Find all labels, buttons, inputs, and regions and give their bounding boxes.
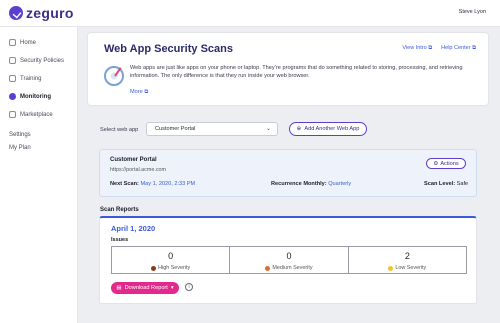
more-label: More <box>130 89 143 95</box>
logo-icon <box>9 6 23 20</box>
sidebar-item-label: Home <box>20 39 37 46</box>
sidebar-item-label: Marketplace <box>20 111 53 118</box>
logo[interactable]: zeguro <box>9 5 74 21</box>
top-bar: zeguro Steve Lyon <box>0 0 500 27</box>
web-app-select-value: Customer Portal <box>155 126 196 132</box>
severity-low: 2 Low Severity <box>349 247 466 273</box>
severity-label: Medium Severity <box>272 265 313 271</box>
severity-label-wrap: Low Severity <box>349 265 466 271</box>
intro-card: Web App Security Scans View Intro ⧉ Help… <box>88 33 488 105</box>
monitoring-icon <box>9 93 16 100</box>
severity-label-wrap: High Severity <box>112 265 229 271</box>
info-icon[interactable]: i <box>185 283 193 291</box>
help-links: View Intro ⧉ Help Center ⧉ <box>402 45 476 52</box>
severity-label: High Severity <box>158 265 191 271</box>
intro-description: Web apps are just like apps on your phon… <box>130 65 463 80</box>
sidebar-item-label: Training <box>20 75 42 82</box>
help-center-link[interactable]: Help Center ⧉ <box>441 45 476 52</box>
help-center-label: Help Center <box>441 45 471 51</box>
page-title: Web App Security Scans <box>104 43 233 55</box>
sidebar-item-label: Security Policies <box>20 57 65 64</box>
sidebar-item-my-plan[interactable]: My Plan <box>9 145 31 151</box>
document-icon: ▤ <box>116 285 122 291</box>
external-link-icon: ⧉ <box>428 45 433 51</box>
plus-icon: ⊕ <box>296 126 302 132</box>
sidebar-item-settings[interactable]: Settings <box>9 132 31 138</box>
severity-label-wrap: Medium Severity <box>230 265 347 271</box>
next-scan: Next Scan: May 1, 2020, 2:33 PM <box>110 181 195 187</box>
chevron-down-icon: ⌄ <box>265 126 271 132</box>
training-icon <box>9 75 16 82</box>
select-web-app-label: Select web app <box>100 127 139 133</box>
recurrence-value: Quarterly <box>328 181 352 187</box>
recurrence-label: Recurrence Monthly: <box>271 181 327 187</box>
scan-reports-heading: Scan Reports <box>100 207 139 213</box>
scan-report-card: April 1, 2020 Issues 0 High Severity 0 M… <box>99 216 477 304</box>
sidebar-item-marketplace[interactable]: Marketplace <box>9 111 53 118</box>
actions-label: Actions <box>440 160 459 167</box>
web-app-name: Customer Portal <box>110 157 157 163</box>
severity-summary: 0 High Severity 0 Medium Severity 2 Low … <box>111 246 467 274</box>
marketplace-icon <box>9 111 16 118</box>
view-intro-label: View Intro <box>402 45 427 51</box>
chevron-down-icon: ▾ <box>170 285 174 291</box>
web-app-select[interactable]: Customer Portal ⌄ <box>146 122 278 136</box>
severity-medium: 0 Medium Severity <box>230 247 349 273</box>
add-web-app-button[interactable]: ⊕ Add Another Web App <box>289 122 367 136</box>
external-link-icon: ⧉ <box>144 89 149 95</box>
severity-count: 2 <box>404 251 410 261</box>
severity-count: 0 <box>286 251 292 261</box>
user-name[interactable]: Steve Lyon <box>459 9 486 15</box>
download-report-label: Download Report <box>124 285 168 291</box>
sidebar-item-home[interactable]: Home <box>9 39 36 46</box>
more-link[interactable]: More ⧉ <box>130 89 148 96</box>
high-severity-dot-icon <box>151 265 157 271</box>
brand-name: zeguro <box>26 5 74 21</box>
recurrence: Recurrence Monthly: Quarterly <box>271 181 351 187</box>
external-link-icon: ⧉ <box>472 45 476 51</box>
issues-label: Issues <box>111 237 129 243</box>
sidebar-item-label: Monitoring <box>20 93 51 100</box>
view-intro-link[interactable]: View Intro ⧉ <box>402 45 432 52</box>
sidebar-item-training[interactable]: Training <box>9 75 41 82</box>
actions-button[interactable]: ⚙ Actions <box>426 158 466 169</box>
gear-icon: ⚙ <box>433 160 439 167</box>
sidebar-item-security-policies[interactable]: Security Policies <box>9 57 64 64</box>
web-app-url: https://portal.acme.com <box>110 167 167 173</box>
scan-level: Scan Level: Safe <box>424 181 468 187</box>
severity-high: 0 High Severity <box>112 247 231 273</box>
sidebar: Home Security Policies Training Monitori… <box>0 27 78 323</box>
scan-date[interactable]: April 1, 2020 <box>111 224 155 233</box>
severity-label: Low Severity <box>395 265 427 271</box>
shield-icon <box>9 57 16 64</box>
severity-count: 0 <box>168 251 174 261</box>
home-icon <box>9 39 16 46</box>
scan-level-label: Scan Level: <box>424 181 456 187</box>
medium-severity-dot-icon <box>265 265 271 271</box>
add-web-app-label: Add Another Web App <box>304 126 360 132</box>
sidebar-item-monitoring[interactable]: Monitoring <box>9 93 51 100</box>
next-scan-value: May 1, 2020, 2:33 PM <box>140 181 196 187</box>
scan-level-value: Safe <box>456 181 469 187</box>
next-scan-label: Next Scan: <box>110 181 139 187</box>
radar-icon <box>104 66 124 86</box>
web-app-summary: Customer Portal https://portal.acme.com … <box>99 149 477 197</box>
low-severity-dot-icon <box>388 265 394 271</box>
download-report-button[interactable]: ▤ Download Report ▾ <box>111 282 179 294</box>
